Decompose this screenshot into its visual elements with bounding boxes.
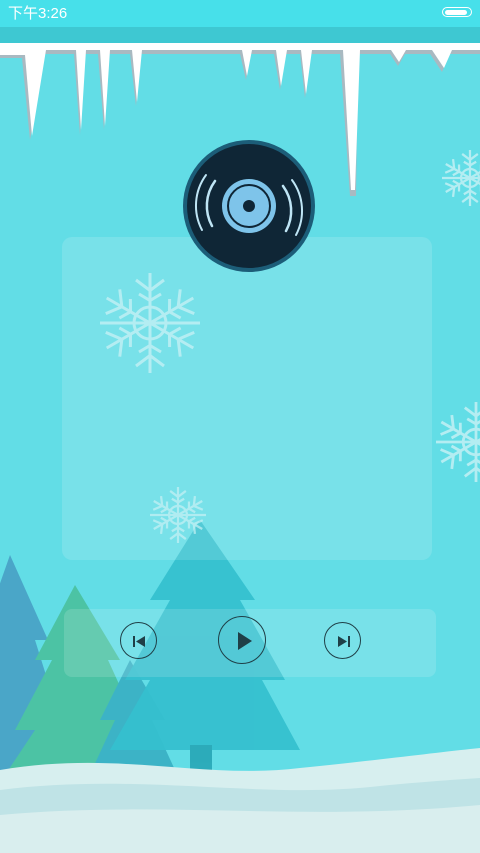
play-icon <box>238 632 252 650</box>
music-player-screen: 下午3:26 <box>0 0 480 853</box>
vinyl-disc-icon[interactable] <box>183 140 315 272</box>
previous-button[interactable] <box>120 622 157 659</box>
play-button[interactable] <box>218 616 266 664</box>
skip-previous-icon <box>133 636 145 647</box>
snowflake-icon <box>150 487 206 543</box>
skip-next-icon <box>338 636 350 647</box>
snowflake-icon <box>436 402 480 482</box>
next-button[interactable] <box>324 622 361 659</box>
disc-layer <box>183 140 315 272</box>
